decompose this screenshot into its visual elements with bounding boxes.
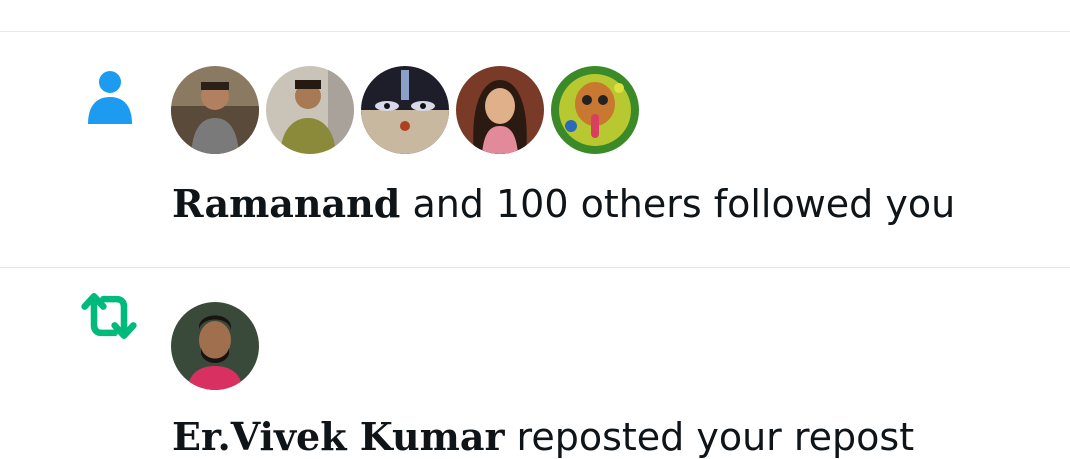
- avatar[interactable]: [551, 66, 639, 154]
- actor-name[interactable]: Ramanand: [172, 181, 400, 226]
- avatar[interactable]: [171, 66, 259, 154]
- repost-notification[interactable]: Er.Vivek Kumar reposted your repost: [0, 268, 1070, 456]
- notification-text: reposted your repost: [504, 415, 915, 459]
- avatar[interactable]: [266, 66, 354, 154]
- follow-notification[interactable]: Ramanand and 100 others followed you: [0, 32, 1070, 267]
- actor-name[interactable]: Er.Vivek Kumar: [172, 414, 504, 459]
- follow-notification-text: Ramanand and 100 others followed you: [172, 182, 956, 226]
- repost-icon: [81, 293, 137, 339]
- person-icon: [88, 71, 132, 124]
- notification-text: and 100 others followed you: [400, 182, 956, 226]
- avatar[interactable]: [456, 66, 544, 154]
- follower-avatars: [171, 66, 639, 154]
- avatar[interactable]: [171, 302, 259, 390]
- repost-avatars: [171, 302, 259, 390]
- repost-notification-text: Er.Vivek Kumar reposted your repost: [172, 415, 915, 459]
- avatar[interactable]: [361, 66, 449, 154]
